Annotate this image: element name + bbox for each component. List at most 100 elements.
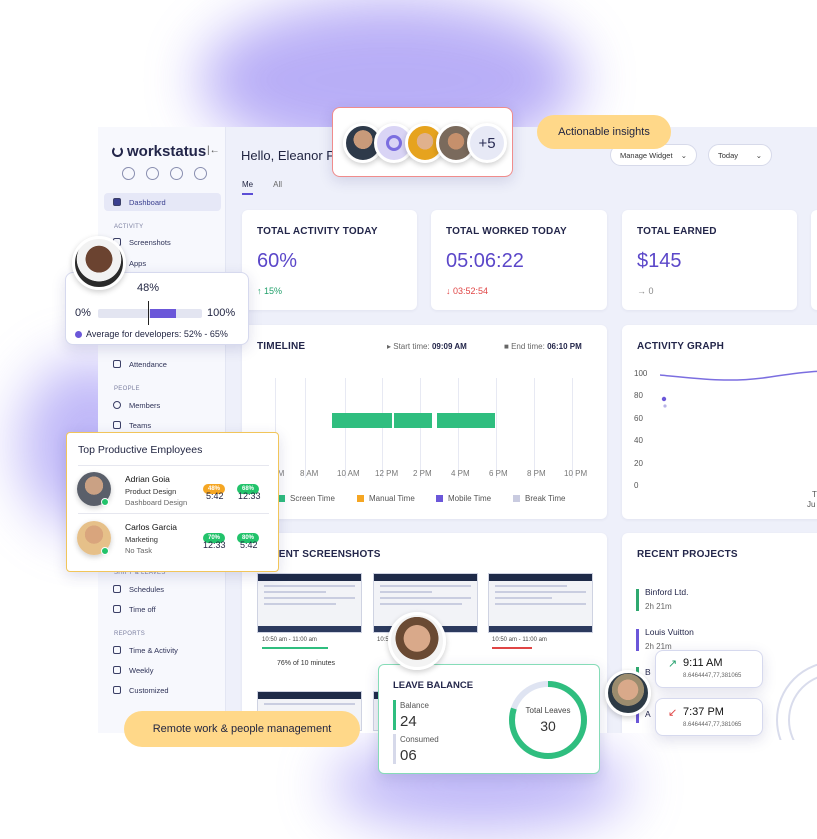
grid-line xyxy=(572,378,573,478)
employee-task: Dashboard Design xyxy=(125,498,188,507)
legend-dot xyxy=(75,330,82,338)
project-name-partial: A xyxy=(645,709,651,719)
project-time: 2h 21m xyxy=(645,602,672,611)
checkin-coords: 8.6464447,77,381065 xyxy=(683,673,742,679)
screen-time-segment[interactable] xyxy=(394,413,432,428)
checkin-time: 9:11 AM xyxy=(683,657,723,669)
grid-line xyxy=(496,378,497,478)
screenshot-thumbnail[interactable] xyxy=(488,573,593,633)
remote-work-pill: Remote work & people management xyxy=(124,711,360,747)
activity-line-chart xyxy=(660,370,817,408)
activity-progress xyxy=(492,647,532,649)
developer-avatar xyxy=(72,236,126,290)
sidebar-item-schedules[interactable]: Schedules xyxy=(104,580,221,598)
x-label-bottom: Ju xyxy=(807,500,816,509)
grid-line xyxy=(458,378,459,478)
legend-break-time: Break Time xyxy=(513,494,565,503)
screenshot-time: 10:50 am - 11:00 am xyxy=(492,637,547,643)
timer-icon[interactable] xyxy=(122,167,135,180)
activity-point[interactable] xyxy=(663,404,667,408)
sidebar-item-customized[interactable]: Customized xyxy=(104,681,221,699)
employee-task: No Task xyxy=(125,546,152,555)
project-name[interactable]: Binford Ltd. xyxy=(645,587,688,597)
dashboard-icon xyxy=(113,198,121,206)
grid-line xyxy=(534,378,535,478)
employee-role: Product Design xyxy=(125,487,177,496)
employee-time: 5:42 xyxy=(240,540,258,550)
section-reports: REPORTS xyxy=(114,631,145,637)
checkout-card: ↙ 7:37 PM 8.6464447,77,381065 xyxy=(655,698,763,736)
screenshot-thumbnail[interactable] xyxy=(257,573,362,633)
attendance-icon xyxy=(113,360,121,368)
checkout-coords: 8.6464447,77,381065 xyxy=(683,722,742,728)
chevron-down-icon: ⌄ xyxy=(680,150,687,160)
arrow-up-right-icon: ↗ xyxy=(668,658,678,670)
stat-card-activity: TOTAL ACTIVITY TODAY 60% ↑ 15% xyxy=(242,210,417,310)
legend-manual-time: Manual Time xyxy=(357,494,415,503)
sidebar-item-weekly[interactable]: Weekly xyxy=(104,661,221,679)
employee-time: 12:33 xyxy=(203,540,226,550)
app-logo[interactable]: workstatus xyxy=(112,143,206,160)
balance-label: Balance xyxy=(400,701,429,710)
project-name[interactable]: Louis Vuitton xyxy=(645,627,694,637)
consumed-label: Consumed xyxy=(400,735,439,744)
gauge-max: 100% xyxy=(207,307,236,319)
project-color-bar xyxy=(636,589,639,611)
employee-time: 5:42 xyxy=(206,491,224,501)
quick-icons xyxy=(122,167,207,180)
chevron-down-icon: ⌄ xyxy=(755,150,762,160)
sidebar-item-attendance[interactable]: Attendance xyxy=(104,355,221,373)
leave-balance-title: LEAVE BALANCE xyxy=(393,680,474,691)
stat-card-earned: TOTAL EARNED $145 → 0 xyxy=(622,210,797,310)
team-avatars-card: +5 xyxy=(332,107,513,177)
section-people: PEOPLE xyxy=(114,386,140,392)
tab-me[interactable]: Me xyxy=(242,180,254,195)
employee-name: Carlos Garcia xyxy=(125,522,177,532)
tab-all[interactable]: All xyxy=(273,180,282,195)
employee-avatar xyxy=(388,612,446,670)
screen-time-segment[interactable] xyxy=(332,413,392,428)
end-time: ■ End time: 06:10 PM xyxy=(504,342,582,351)
project-name-partial: B xyxy=(645,667,651,677)
screenshot-activity: 76% of 10 minutes xyxy=(277,660,335,667)
scope-tabs: Me All xyxy=(242,180,282,195)
project-color-bar xyxy=(636,629,639,651)
more-avatars-count[interactable]: +5 xyxy=(467,123,507,163)
activity-point[interactable] xyxy=(661,396,667,402)
screenshot-time: 10:50 am - 11:00 am xyxy=(262,637,317,643)
collapse-sidebar-icon[interactable]: |← xyxy=(207,145,220,156)
gauge-note: Average for developers: 52% - 65% xyxy=(75,329,228,339)
calendar-icon[interactable] xyxy=(170,167,183,180)
clock-icon[interactable] xyxy=(146,167,159,180)
x-label-top: T xyxy=(812,490,817,499)
user-icon xyxy=(386,135,402,151)
online-status-dot xyxy=(101,498,109,506)
checkout-time: 7:37 PM xyxy=(683,706,724,718)
employee-avatar xyxy=(605,670,651,716)
gauge-range-fill xyxy=(150,309,176,318)
customized-icon xyxy=(113,686,121,694)
weekly-icon xyxy=(113,666,121,674)
date-range-dropdown[interactable]: Today ⌄ xyxy=(708,144,772,166)
top-employees-card: Top Productive Employees Adrian Goia Pro… xyxy=(66,432,279,572)
sidebar-item-members[interactable]: Members xyxy=(104,396,221,414)
screen-time-segment[interactable] xyxy=(437,413,495,428)
checkin-card: ↗ 9:11 AM 8.6464447,77,381065 xyxy=(655,650,763,688)
sidebar-item-dashboard[interactable]: Dashboard xyxy=(104,193,221,211)
legend-mobile-time: Mobile Time xyxy=(436,494,491,503)
arrow-down-left-icon: ↙ xyxy=(668,707,678,719)
gauge-value: 48% xyxy=(137,282,160,294)
sidebar-item-time-activity[interactable]: Time & Activity xyxy=(104,641,221,659)
activity-graph-card: ACTIVITY GRAPH 100 80 60 40 20 0 T Ju xyxy=(622,325,817,519)
top-employees-title: Top Productive Employees xyxy=(78,444,203,456)
grid-line xyxy=(305,378,306,478)
bell-icon[interactable] xyxy=(194,167,207,180)
members-icon xyxy=(113,401,121,409)
gauge-track xyxy=(98,301,202,325)
grid-line xyxy=(382,378,383,478)
y-axis-ticks: 100 80 60 40 20 0 xyxy=(634,369,648,491)
marketing-stage: workstatus |← Dashboard ACTIVITY Screens… xyxy=(0,0,817,839)
employee-name: Adrian Goia xyxy=(125,474,170,484)
sidebar-item-time-off[interactable]: Time off xyxy=(104,600,221,618)
employee-role: Marketing xyxy=(125,535,158,544)
